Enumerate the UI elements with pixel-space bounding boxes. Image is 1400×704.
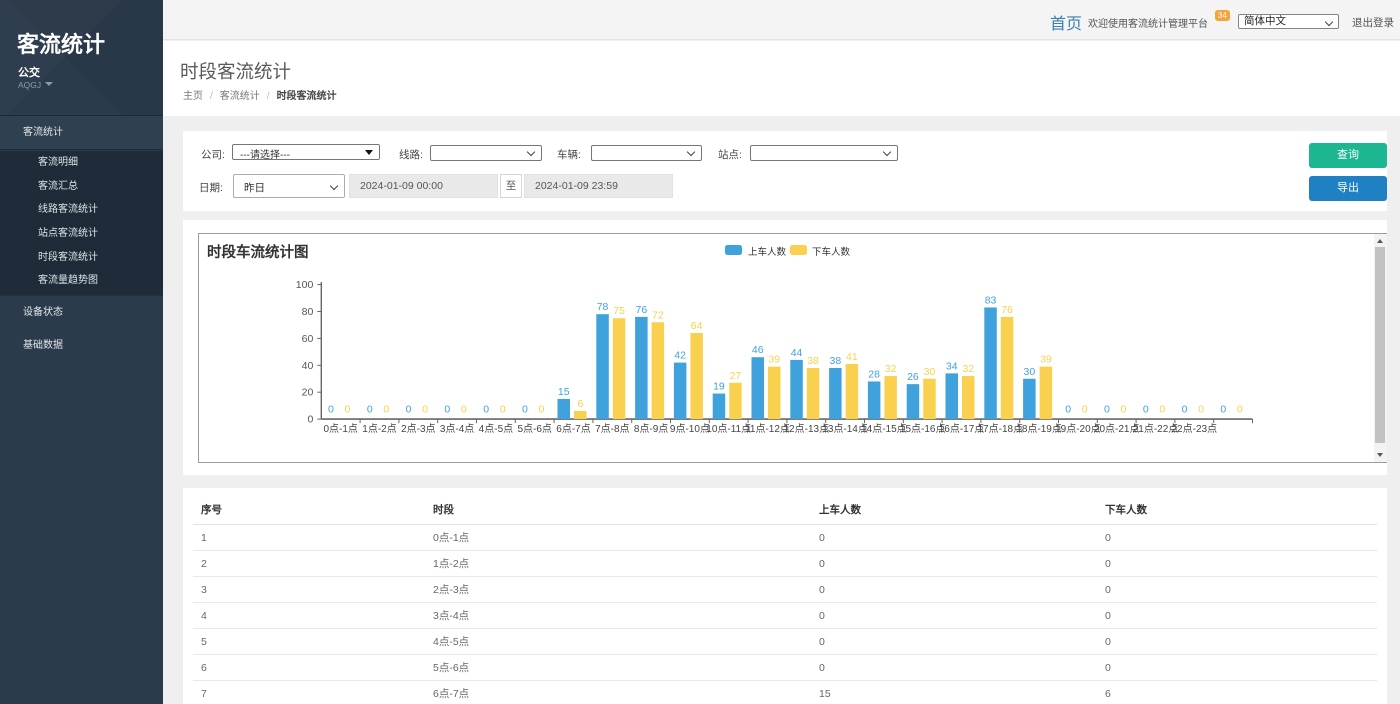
svg-text:60: 60 (302, 333, 314, 345)
svg-text:0: 0 (307, 414, 313, 426)
svg-text:78: 78 (597, 301, 609, 313)
svg-text:0: 0 (1104, 404, 1110, 416)
svg-text:0: 0 (444, 404, 450, 416)
svg-text:0: 0 (483, 404, 489, 416)
svg-text:30: 30 (924, 366, 936, 378)
svg-text:19: 19 (713, 381, 725, 393)
svg-text:6点-7点: 6点-7点 (556, 423, 590, 435)
svg-text:0: 0 (422, 404, 428, 416)
svg-text:22点-23点: 22点-23点 (1172, 423, 1218, 435)
svg-text:0: 0 (522, 404, 528, 416)
svg-text:0: 0 (345, 404, 351, 416)
svg-text:0: 0 (1220, 404, 1226, 416)
svg-text:6: 6 (577, 398, 583, 410)
svg-text:64: 64 (691, 320, 703, 332)
svg-text:32: 32 (885, 363, 897, 375)
svg-text:38: 38 (830, 355, 842, 367)
svg-text:32: 32 (962, 363, 974, 375)
svg-text:0: 0 (1065, 404, 1071, 416)
svg-text:42: 42 (674, 350, 686, 362)
svg-text:46: 46 (752, 344, 764, 356)
svg-text:76: 76 (1001, 304, 1013, 316)
svg-text:8点-9点: 8点-9点 (634, 423, 668, 435)
svg-text:72: 72 (652, 309, 664, 321)
svg-text:20: 20 (302, 387, 314, 399)
svg-text:2点-3点: 2点-3点 (401, 423, 435, 435)
svg-text:15: 15 (558, 386, 570, 398)
svg-text:38: 38 (807, 355, 819, 367)
svg-text:44: 44 (791, 347, 803, 359)
svg-text:39: 39 (768, 354, 780, 366)
svg-text:0: 0 (367, 404, 373, 416)
svg-text:0: 0 (1198, 404, 1204, 416)
svg-text:39: 39 (1040, 354, 1052, 366)
svg-text:75: 75 (613, 305, 625, 317)
svg-text:40: 40 (302, 360, 314, 372)
svg-text:1点-2点: 1点-2点 (362, 423, 396, 435)
svg-text:26: 26 (907, 371, 919, 383)
svg-text:30: 30 (1024, 366, 1036, 378)
svg-text:34: 34 (946, 360, 958, 372)
svg-text:9点-10点: 9点-10点 (670, 423, 710, 435)
svg-text:0: 0 (1159, 404, 1165, 416)
svg-text:7点-8点: 7点-8点 (595, 423, 629, 435)
svg-text:28: 28 (868, 368, 880, 380)
svg-text:5点-6点: 5点-6点 (517, 423, 551, 435)
svg-text:83: 83 (985, 294, 997, 306)
svg-text:0: 0 (1237, 404, 1243, 416)
svg-text:80: 80 (302, 306, 314, 318)
svg-text:0: 0 (406, 404, 412, 416)
svg-text:0: 0 (383, 404, 389, 416)
svg-text:0: 0 (461, 404, 467, 416)
svg-text:0点-1点: 0点-1点 (323, 423, 357, 435)
svg-text:0: 0 (500, 404, 506, 416)
svg-text:0: 0 (1182, 404, 1188, 416)
svg-text:4点-5点: 4点-5点 (479, 423, 513, 435)
svg-text:100: 100 (296, 279, 314, 291)
svg-text:0: 0 (539, 404, 545, 416)
svg-text:3点-4点: 3点-4点 (440, 423, 474, 435)
svg-text:0: 0 (1082, 404, 1088, 416)
svg-text:0: 0 (1143, 404, 1149, 416)
svg-text:27: 27 (730, 370, 742, 382)
svg-text:41: 41 (846, 351, 858, 363)
svg-text:0: 0 (328, 404, 334, 416)
svg-text:0: 0 (1121, 404, 1127, 416)
svg-text:76: 76 (636, 304, 648, 316)
